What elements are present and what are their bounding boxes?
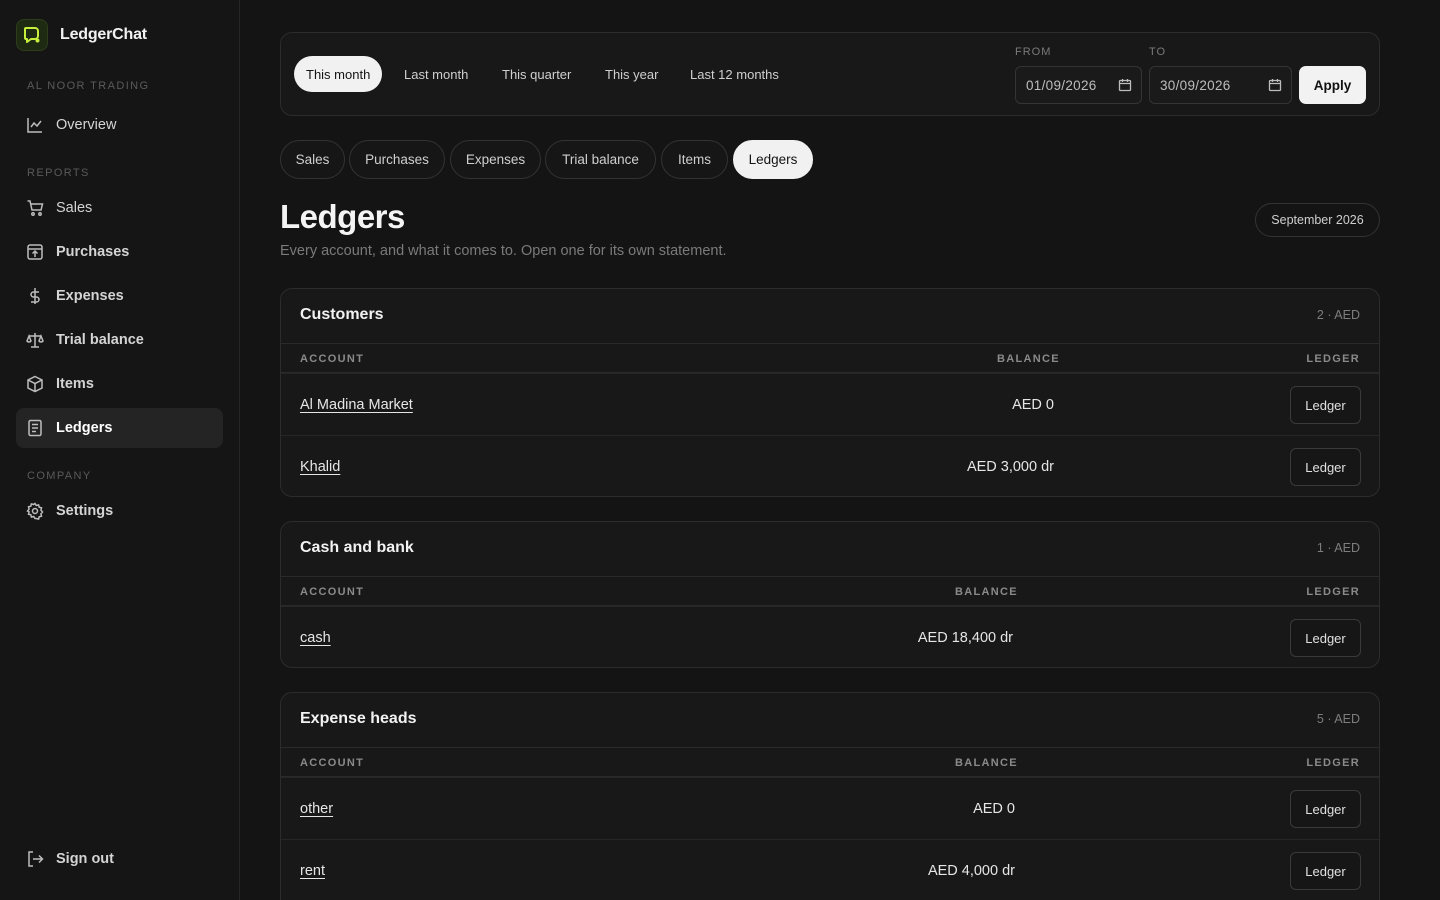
reports-section-label: REPORTS	[27, 167, 90, 179]
column-header: BALANCE ACCOUNT LEDGER	[281, 747, 1379, 777]
cube-icon	[26, 375, 44, 393]
apply-button[interactable]: Apply	[1299, 66, 1366, 104]
sidebar-item-label: Ledgers	[56, 420, 113, 436]
account-link[interactable]: cash	[300, 630, 331, 646]
account-link[interactable]: other	[300, 801, 333, 817]
gear-icon	[26, 502, 44, 520]
table-row: cash AED 18,400 dr Ledger	[281, 606, 1379, 667]
brand-name: LedgerChat	[60, 26, 147, 43]
scale-icon	[26, 331, 44, 349]
sidebar-item-purchases[interactable]: Purchases	[16, 232, 223, 272]
box-arrow-icon	[26, 243, 44, 261]
to-date-input[interactable]: 30/09/2026	[1149, 66, 1292, 104]
dollar-icon	[26, 287, 44, 305]
column-header: ACCOUNT BALANCE LEDGER	[281, 576, 1379, 606]
calendar-icon	[1118, 79, 1132, 92]
group-meta: 1 · AED	[1316, 541, 1360, 555]
sidebar-item-label: Purchases	[56, 244, 130, 260]
range-this-year[interactable]: This year	[593, 56, 670, 92]
sidebar-item-trial-balance[interactable]: Trial balance	[16, 320, 223, 360]
column-header: ACCOUNT BALANCE LEDGER	[281, 343, 1379, 373]
to-date-value: 30/09/2026	[1160, 77, 1231, 93]
group-title: Cash and bank	[300, 539, 414, 556]
sidebar: LedgerChat AL NOOR TRADING Overview REPO…	[0, 0, 240, 900]
account-balance: AED 0	[973, 801, 1015, 817]
ledger-group-cash-and-bank: Cash and bank 1 · AED ACCOUNT BALANCE LE…	[280, 521, 1380, 668]
range-this-quarter[interactable]: This quarter	[490, 56, 583, 92]
tab-expenses[interactable]: Expenses	[450, 140, 541, 179]
sidebar-item-overview[interactable]: Overview	[16, 105, 223, 145]
sidebar-item-items[interactable]: Items	[16, 364, 223, 404]
column-ledger: LEDGER	[1306, 586, 1360, 598]
sidebar-item-label: Trial balance	[56, 332, 144, 348]
account-balance: AED 3,000 dr	[966, 459, 1054, 475]
sidebar-item-label: Settings	[56, 503, 114, 519]
column-balance: BALANCE	[997, 353, 1060, 365]
sidebar-item-expenses[interactable]: Expenses	[16, 276, 223, 316]
account-link[interactable]: Khalid	[300, 459, 340, 475]
chart-line-icon	[26, 116, 44, 134]
sidebar-item-ledgers[interactable]: Ledgers	[16, 408, 223, 448]
sign-out-icon	[26, 850, 44, 868]
column-ledger: LEDGER	[1306, 757, 1360, 769]
sign-out-label: Sign out	[56, 851, 114, 867]
column-ledger: LEDGER	[1306, 353, 1360, 365]
column-account: ACCOUNT	[300, 586, 365, 598]
page-subtitle: Every account, and what it comes to. Ope…	[280, 243, 727, 259]
account-link[interactable]: rent	[300, 863, 325, 879]
group-meta: 2 · AED	[1316, 308, 1360, 322]
tab-sales[interactable]: Sales	[280, 140, 345, 179]
column-account: ACCOUNT	[300, 757, 365, 769]
ledger-book-icon	[26, 419, 44, 437]
ledger-group-customers: Customers 2 · AED ACCOUNT BALANCE LEDGER…	[280, 288, 1380, 497]
ledger-button[interactable]: Ledger	[1290, 852, 1361, 890]
tab-ledgers[interactable]: Ledgers	[733, 140, 813, 179]
account-balance: AED 0	[1012, 397, 1054, 413]
range-this-month[interactable]: This month	[294, 56, 383, 92]
column-balance: BALANCE	[955, 586, 1018, 598]
sign-out-button[interactable]: Sign out	[16, 839, 223, 879]
account-balance: AED 18,400 dr	[917, 630, 1013, 646]
sidebar-item-label: Sales	[56, 200, 93, 216]
account-balance: AED 4,000 dr	[927, 863, 1015, 879]
table-row: Al Madina Market AED 0 Ledger	[281, 373, 1379, 435]
page-title: Ledgers	[280, 198, 405, 235]
sidebar-item-sales[interactable]: Sales	[16, 188, 223, 228]
period-badge: September 2026	[1255, 203, 1380, 237]
brand[interactable]: LedgerChat	[16, 19, 147, 51]
brand-logo-icon	[16, 19, 48, 51]
tab-items[interactable]: Items	[661, 140, 728, 179]
sidebar-item-label: Overview	[56, 117, 117, 133]
company-name-label: AL NOOR TRADING	[27, 80, 150, 92]
group-title: Expense heads	[300, 710, 417, 727]
sidebar-item-label: Expenses	[56, 288, 124, 304]
column-account: ACCOUNT	[300, 353, 365, 365]
tab-trial-balance[interactable]: Trial balance	[545, 140, 656, 179]
sidebar-item-label: Items	[56, 376, 94, 392]
from-date-input[interactable]: 01/09/2026	[1015, 66, 1142, 104]
table-row: other AED 0 Ledger	[281, 777, 1379, 839]
to-label: TO	[1149, 46, 1167, 58]
column-balance: BALANCE	[955, 757, 1018, 769]
account-link[interactable]: Al Madina Market	[300, 397, 413, 413]
range-last-month[interactable]: Last month	[392, 56, 480, 92]
range-last-12-months[interactable]: Last 12 months	[678, 56, 791, 92]
cart-icon	[26, 199, 44, 217]
ledger-button[interactable]: Ledger	[1290, 790, 1361, 828]
ledger-button[interactable]: Ledger	[1290, 448, 1361, 486]
ledger-button[interactable]: Ledger	[1290, 619, 1361, 657]
company-section-label: COMPANY	[27, 470, 92, 482]
group-meta: 5 · AED	[1316, 712, 1360, 726]
calendar-icon	[1268, 79, 1282, 92]
from-date-value: 01/09/2026	[1026, 77, 1097, 93]
tab-purchases[interactable]: Purchases	[349, 140, 445, 179]
from-label: FROM	[1015, 46, 1052, 58]
ledger-group-expense-heads: Expense heads 5 · AED BALANCE ACCOUNT LE…	[280, 692, 1380, 900]
group-title: Customers	[300, 306, 384, 323]
ledger-button[interactable]: Ledger	[1290, 386, 1361, 424]
table-row: Khalid AED 3,000 dr Ledger	[281, 435, 1379, 496]
sidebar-item-settings[interactable]: Settings	[16, 491, 223, 531]
table-row: rent AED 4,000 dr Ledger	[281, 839, 1379, 900]
